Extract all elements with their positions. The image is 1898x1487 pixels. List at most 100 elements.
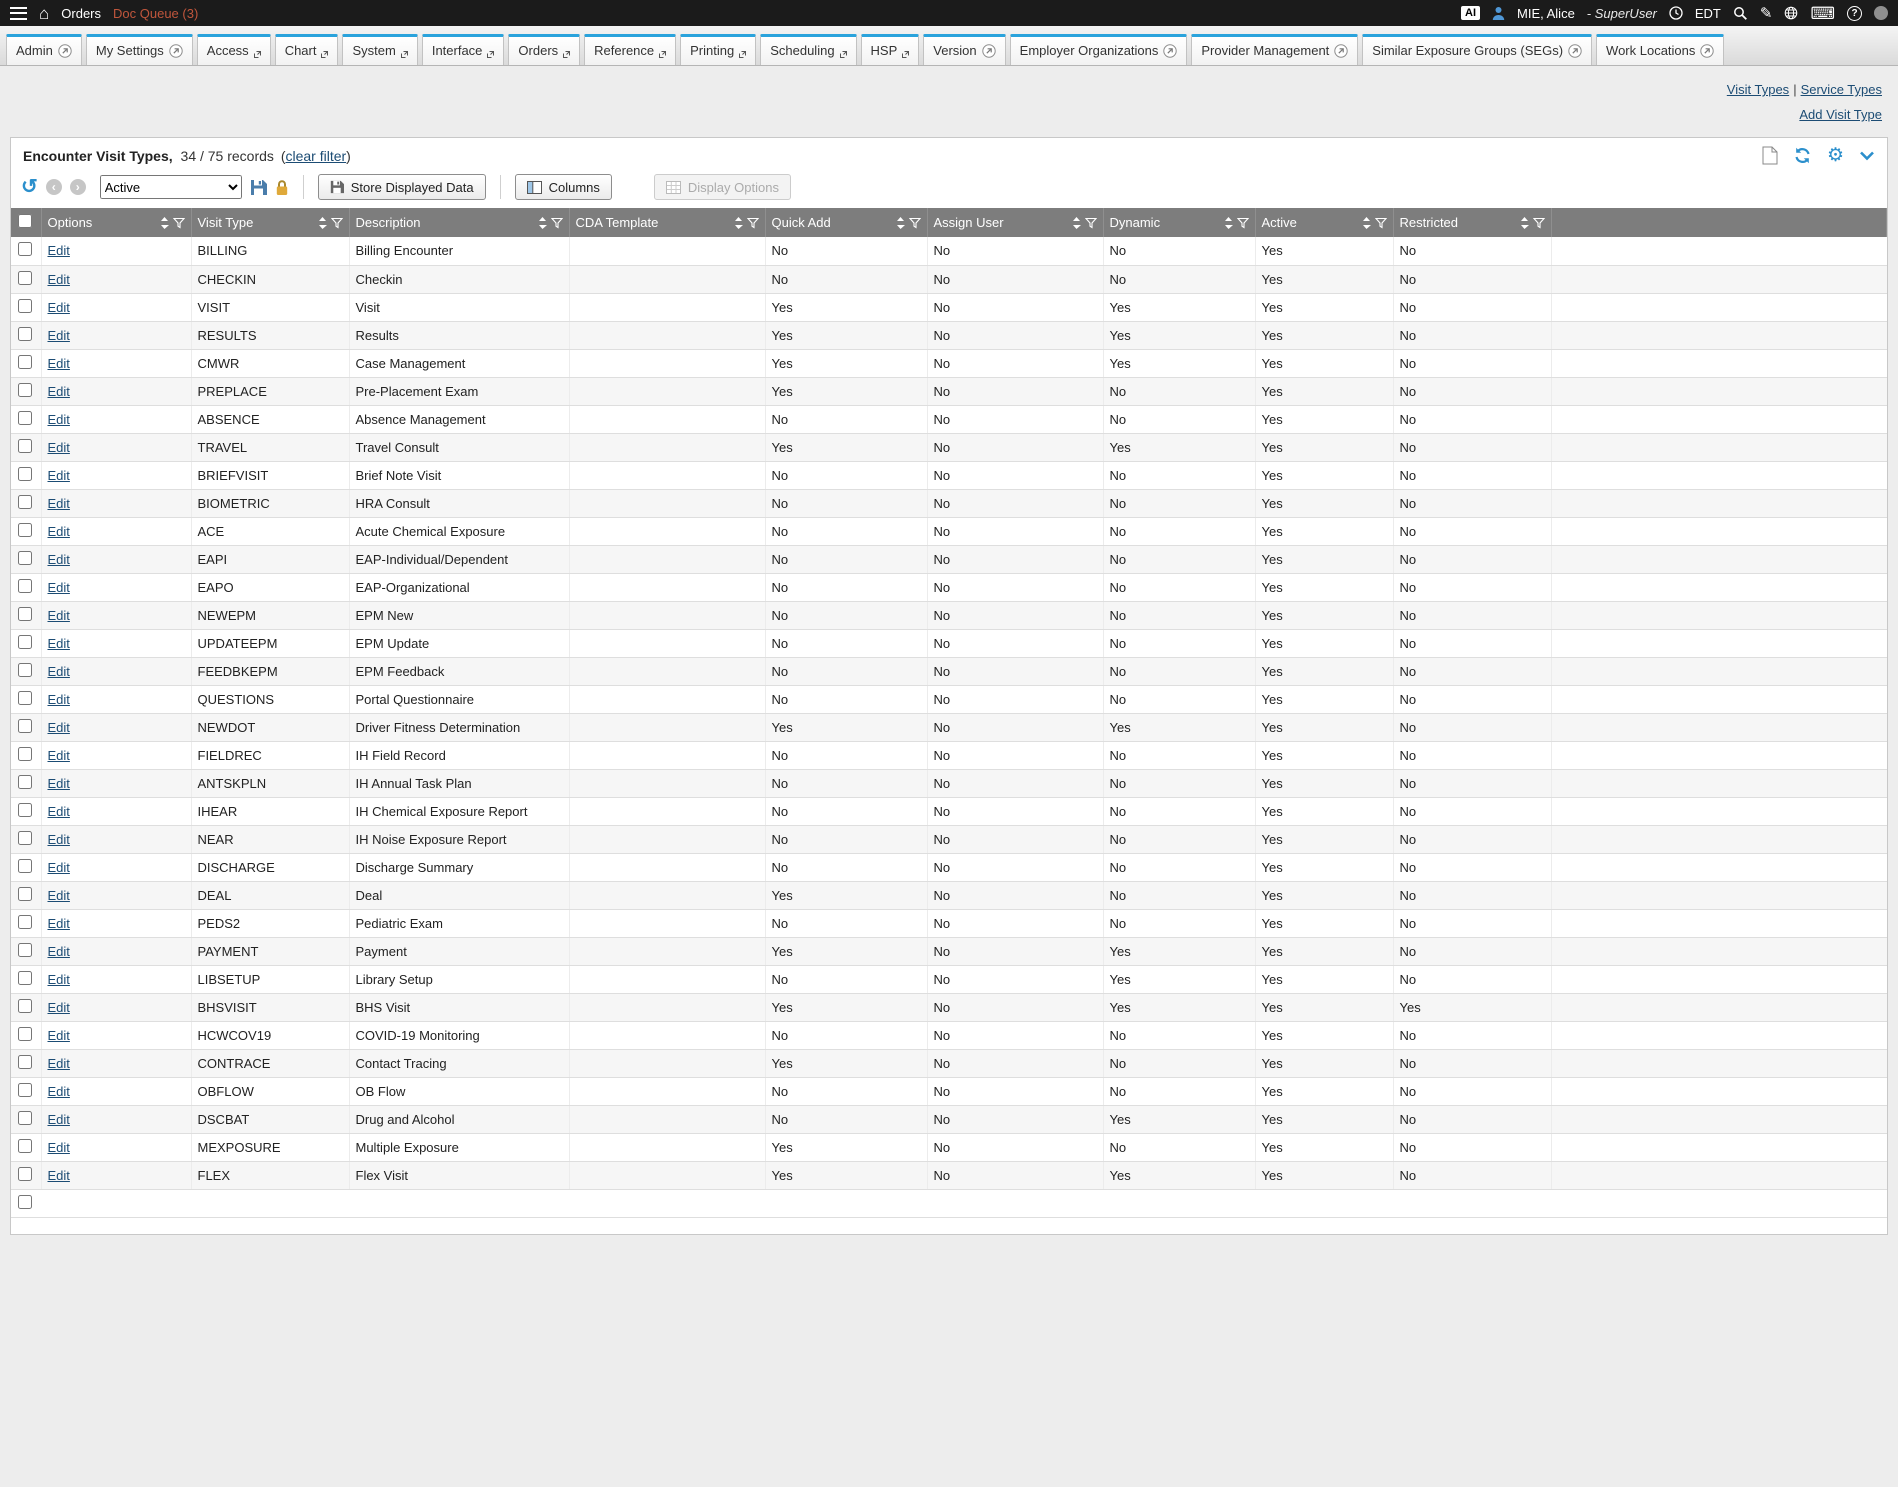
edit-link[interactable]: Edit bbox=[48, 832, 70, 847]
edit-link[interactable]: Edit bbox=[48, 1056, 70, 1071]
tab[interactable]: Printing bbox=[680, 34, 756, 65]
edit-link[interactable]: Edit bbox=[48, 888, 70, 903]
row-checkbox[interactable] bbox=[18, 242, 32, 256]
edit-link[interactable]: Edit bbox=[48, 1084, 70, 1099]
home-icon[interactable]: ⌂ bbox=[39, 5, 49, 22]
column-header[interactable]: Active bbox=[1255, 208, 1393, 237]
filter-icon[interactable] bbox=[747, 217, 759, 229]
status-circle-icon[interactable] bbox=[1874, 6, 1888, 20]
row-checkbox[interactable] bbox=[18, 1111, 32, 1125]
row-checkbox[interactable] bbox=[18, 999, 32, 1013]
row-checkbox[interactable] bbox=[18, 887, 32, 901]
edit-link[interactable]: Edit bbox=[48, 804, 70, 819]
sort-icon[interactable] bbox=[896, 216, 905, 230]
column-header[interactable]: Dynamic bbox=[1103, 208, 1255, 237]
edit-link[interactable]: Edit bbox=[48, 243, 70, 258]
row-checkbox[interactable] bbox=[18, 607, 32, 621]
edit-link[interactable]: Edit bbox=[48, 1000, 70, 1015]
column-header[interactable]: Restricted bbox=[1393, 208, 1551, 237]
row-checkbox[interactable] bbox=[18, 1055, 32, 1069]
row-checkbox[interactable] bbox=[18, 579, 32, 593]
column-header[interactable]: Options bbox=[41, 208, 191, 237]
row-checkbox[interactable] bbox=[18, 1167, 32, 1181]
tab[interactable]: HSP bbox=[861, 34, 920, 65]
row-checkbox[interactable] bbox=[18, 1027, 32, 1041]
edit-link[interactable]: Edit bbox=[48, 916, 70, 931]
row-checkbox[interactable] bbox=[18, 1083, 32, 1097]
filter-icon[interactable] bbox=[551, 217, 563, 229]
row-checkbox[interactable] bbox=[18, 467, 32, 481]
row-checkbox[interactable] bbox=[18, 327, 32, 341]
column-header[interactable]: Description bbox=[349, 208, 569, 237]
popout-icon[interactable] bbox=[1163, 44, 1177, 58]
edit-link[interactable]: Edit bbox=[48, 1028, 70, 1043]
filter-icon[interactable] bbox=[1375, 217, 1387, 229]
save-filter-icon[interactable] bbox=[250, 179, 267, 196]
hamburger-menu-icon[interactable] bbox=[10, 7, 27, 20]
popout-icon[interactable] bbox=[58, 44, 72, 58]
topbar-doc-queue-link[interactable]: Doc Queue (3) bbox=[113, 6, 198, 21]
column-header[interactable]: Assign User bbox=[927, 208, 1103, 237]
columns-button[interactable]: Columns bbox=[515, 174, 612, 200]
filter-icon[interactable] bbox=[1085, 217, 1097, 229]
ai-badge[interactable]: AI bbox=[1461, 6, 1480, 20]
user-name[interactable]: MIE, Alice bbox=[1517, 6, 1575, 21]
row-checkbox[interactable] bbox=[18, 439, 32, 453]
row-checkbox[interactable] bbox=[18, 355, 32, 369]
chevron-down-icon[interactable] bbox=[1859, 151, 1875, 161]
sort-icon[interactable] bbox=[734, 216, 743, 230]
popout-icon[interactable] bbox=[1568, 44, 1582, 58]
filter-icon[interactable] bbox=[909, 217, 921, 229]
sort-icon[interactable] bbox=[538, 216, 547, 230]
topbar-orders-link[interactable]: Orders bbox=[61, 6, 101, 21]
row-checkbox[interactable] bbox=[18, 495, 32, 509]
filter-icon[interactable] bbox=[173, 217, 185, 229]
lock-icon[interactable] bbox=[275, 179, 289, 196]
row-checkbox[interactable] bbox=[18, 299, 32, 313]
tab[interactable]: Similar Exposure Groups (SEGs) bbox=[1362, 34, 1592, 65]
popout-icon[interactable] bbox=[982, 44, 996, 58]
row-checkbox[interactable] bbox=[18, 271, 32, 285]
sort-icon[interactable] bbox=[1224, 216, 1233, 230]
edit-link[interactable]: Edit bbox=[48, 1168, 70, 1183]
column-header[interactable]: CDA Template bbox=[569, 208, 765, 237]
row-checkbox[interactable] bbox=[18, 1139, 32, 1153]
tab[interactable]: Provider Management bbox=[1191, 34, 1358, 65]
row-checkbox[interactable] bbox=[18, 663, 32, 677]
tab[interactable]: Orders bbox=[508, 34, 580, 65]
tab[interactable]: Employer Organizations bbox=[1010, 34, 1188, 65]
edit-link[interactable]: Edit bbox=[48, 272, 70, 287]
row-checkbox[interactable] bbox=[18, 775, 32, 789]
edit-link[interactable]: Edit bbox=[48, 720, 70, 735]
tab[interactable]: System bbox=[342, 34, 417, 65]
row-checkbox[interactable] bbox=[18, 411, 32, 425]
sort-icon[interactable] bbox=[1362, 216, 1371, 230]
store-displayed-data-button[interactable]: Store Displayed Data bbox=[318, 174, 486, 200]
row-checkbox[interactable] bbox=[18, 383, 32, 397]
tab[interactable]: Admin bbox=[6, 34, 82, 65]
reload-icon[interactable]: ↺ bbox=[21, 177, 38, 197]
filter-icon[interactable] bbox=[331, 217, 343, 229]
edit-link[interactable]: Edit bbox=[48, 692, 70, 707]
tab[interactable]: Interface bbox=[422, 34, 505, 65]
edit-link[interactable]: Edit bbox=[48, 580, 70, 595]
popout-icon[interactable] bbox=[169, 44, 183, 58]
edit-link[interactable]: Edit bbox=[48, 496, 70, 511]
edit-link[interactable]: Edit bbox=[48, 384, 70, 399]
edit-link[interactable]: Edit bbox=[48, 440, 70, 455]
edit-link[interactable]: Edit bbox=[48, 468, 70, 483]
new-document-icon[interactable] bbox=[1762, 146, 1778, 165]
edit-link[interactable]: Edit bbox=[48, 552, 70, 567]
popout-icon[interactable] bbox=[1334, 44, 1348, 58]
edit-link[interactable]: Edit bbox=[48, 636, 70, 651]
row-checkbox[interactable] bbox=[18, 831, 32, 845]
edit-link[interactable]: Edit bbox=[48, 944, 70, 959]
add-visit-type-link[interactable]: Add Visit Type bbox=[1799, 107, 1882, 122]
popout-icon[interactable] bbox=[1700, 44, 1714, 58]
help-icon[interactable]: ? bbox=[1847, 6, 1862, 21]
edit-link[interactable]: Edit bbox=[48, 860, 70, 875]
sort-icon[interactable] bbox=[1520, 216, 1529, 230]
pencil-icon[interactable]: ✎ bbox=[1760, 6, 1773, 21]
row-checkbox[interactable] bbox=[18, 691, 32, 705]
clock-icon[interactable] bbox=[1669, 6, 1683, 20]
